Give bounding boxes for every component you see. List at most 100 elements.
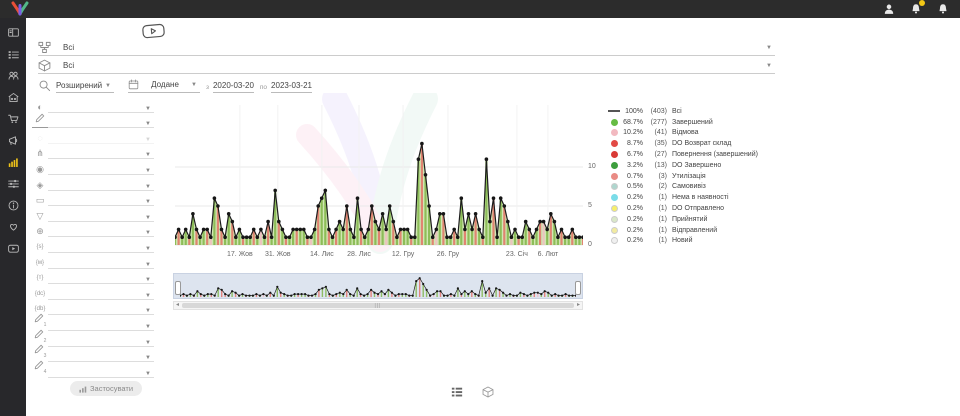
- package-filter-row[interactable]: ◈▼: [32, 175, 154, 191]
- notifications-muted-icon[interactable]: [936, 2, 950, 16]
- globe-filter-select[interactable]: ▼: [48, 101, 154, 113]
- sidebar-marketing-icon[interactable]: [7, 134, 20, 147]
- legend-item[interactable]: 100%(403)Всі: [607, 106, 758, 117]
- x-tick-label: 26. Гру: [437, 251, 459, 258]
- m-param-filter-row[interactable]: {м}▼: [32, 253, 154, 269]
- sidebar-cart-icon[interactable]: [7, 112, 20, 125]
- sidebar-orders-icon[interactable]: [7, 48, 20, 61]
- legend-percent: 0.7%: [623, 173, 643, 180]
- legend-percent: 0.2%: [623, 205, 643, 212]
- date-field-select[interactable]: Додане ▼: [128, 79, 200, 93]
- payment-filter-row[interactable]: ▭▼: [32, 191, 154, 207]
- search-mode-select[interactable]: Розширений ▼: [56, 81, 114, 93]
- legend-item[interactable]: 0.2%(1)DO Отправлено: [607, 203, 758, 214]
- db-param-filter-row[interactable]: {db}▼: [32, 300, 154, 316]
- funnel-filter-select[interactable]: ▼: [48, 210, 154, 222]
- custom-field-2-filter-row[interactable]: 2▼: [32, 331, 154, 347]
- signature-filter-row[interactable]: ▼: [32, 113, 154, 129]
- t-param-filter-row[interactable]: {т}▼: [32, 269, 154, 285]
- hierarchy-filter-row[interactable]: ⋔▼: [32, 144, 154, 160]
- sidebar-info-icon[interactable]: [7, 199, 20, 212]
- pencil-icon: [34, 329, 44, 339]
- dc-param-filter-icon: {dc}: [32, 287, 48, 300]
- s-param-filter-select[interactable]: ▼: [48, 241, 154, 253]
- apply-filters-button[interactable]: Застосувати: [70, 381, 142, 396]
- product-filter-row[interactable]: Всі ▼: [38, 58, 775, 74]
- legend-item[interactable]: 0.2%(1)Прийнятий: [607, 214, 758, 225]
- chart-minimap[interactable]: [173, 273, 583, 299]
- top-bar: [0, 0, 960, 18]
- custom-field-4-filter-row[interactable]: 4▼: [32, 362, 154, 378]
- screencast-icon[interactable]: [141, 23, 167, 40]
- legend-item[interactable]: 0.5%(2)Самовивіз: [607, 182, 758, 193]
- notifications-bell-icon[interactable]: [909, 2, 923, 16]
- custom-field-4-filter-select[interactable]: ▼: [48, 366, 154, 378]
- sidebar-video-icon[interactable]: [7, 242, 20, 255]
- custom-field-1-filter-select[interactable]: ▼: [48, 319, 154, 331]
- user-avatar-icon[interactable]: [882, 2, 896, 16]
- date-to-input[interactable]: 2023-03-21: [271, 81, 312, 93]
- legend-item[interactable]: 0.7%(3)Утилізація: [607, 171, 758, 182]
- legend-item[interactable]: 8.7%(35)DO Возврат склад: [607, 138, 758, 149]
- minimap-right-handle[interactable]: [575, 281, 581, 295]
- legend-label: Нема в наявності: [672, 194, 729, 201]
- product-view-toggle-icon[interactable]: [482, 386, 494, 398]
- custom-field-3-filter-select[interactable]: ▼: [48, 350, 154, 362]
- sidebar-store-icon[interactable]: [7, 91, 20, 104]
- category-filter-row[interactable]: Всі ▼: [38, 40, 775, 56]
- sidebar-settings-icon[interactable]: [7, 177, 20, 190]
- t-param-filter-select[interactable]: ▼: [48, 272, 154, 284]
- payment-filter-icon: ▭: [32, 195, 48, 206]
- db-param-filter-select[interactable]: ▼: [48, 303, 154, 315]
- scroll-right-arrow[interactable]: ▸: [577, 302, 580, 309]
- legend-dot-swatch: [611, 119, 618, 126]
- orders-chart[interactable]: [175, 100, 583, 246]
- fingerprint-filter-row[interactable]: ◉▼: [32, 159, 154, 175]
- dc-param-filter-row[interactable]: {dc}▼: [32, 284, 154, 300]
- sidebar-analytics-icon[interactable]: [7, 156, 20, 169]
- legend-percent: 10.2%: [623, 129, 643, 136]
- region-filter-select[interactable]: ▼: [48, 225, 154, 237]
- app-logo-icon[interactable]: [5, 1, 35, 17]
- payment-filter-select[interactable]: ▼: [48, 194, 154, 206]
- custom-field-1-filter-row[interactable]: 1▼: [32, 315, 154, 331]
- region-filter-row[interactable]: ⊕▼: [32, 222, 154, 238]
- y-tick-label: 10: [588, 163, 596, 170]
- legend-item[interactable]: 10.2%(41)Відмова: [607, 128, 758, 139]
- dc-param-filter-select[interactable]: ▼: [48, 288, 154, 300]
- minimap-left-handle[interactable]: [175, 281, 181, 295]
- s-param-filter-row[interactable]: {s}▼: [32, 237, 154, 253]
- chevron-down-icon: ▼: [145, 324, 151, 330]
- fingerprint-filter-select[interactable]: ▼: [48, 163, 154, 175]
- custom-field-3-filter-row[interactable]: 3▼: [32, 347, 154, 363]
- legend-item[interactable]: 0.2%(1)Відправлений: [607, 225, 758, 236]
- list-view-toggle-icon[interactable]: [451, 386, 463, 398]
- m-param-filter-select[interactable]: ▼: [48, 257, 154, 269]
- legend-dot-swatch: [611, 194, 618, 201]
- signature-filter-select[interactable]: ▼: [48, 116, 154, 128]
- date-from-input[interactable]: 2020-03-20: [213, 81, 254, 93]
- custom-field-2-filter-select[interactable]: ▼: [48, 335, 154, 347]
- help-filter-row[interactable]: ◌▼: [32, 128, 154, 144]
- funnel-filter-row[interactable]: ▽▼: [32, 206, 154, 222]
- sidebar-customers-icon[interactable]: [7, 69, 20, 82]
- legend-item[interactable]: 0.2%(1)Нема в наявності: [607, 192, 758, 203]
- legend-item[interactable]: 0.2%(1)Новий: [607, 236, 758, 247]
- help-filter-select[interactable]: ▼: [48, 132, 154, 144]
- legend-item[interactable]: 6.7%(27)Повернення (завершений): [607, 149, 758, 160]
- sidebar-dashboard-icon[interactable]: [7, 26, 20, 39]
- scrollbar-thumb[interactable]: |||: [182, 303, 574, 308]
- legend-item[interactable]: 3.2%(13)DO Завершено: [607, 160, 758, 171]
- chart-scrollbar[interactable]: ◂ ||| ▸: [173, 301, 583, 310]
- legend-item[interactable]: 68.7%(277)Завершений: [607, 117, 758, 128]
- search-icon[interactable]: [38, 79, 51, 92]
- sidebar-partners-icon[interactable]: [7, 220, 20, 233]
- package-filter-select[interactable]: ▼: [48, 179, 154, 191]
- legend-dot-swatch: [611, 183, 618, 190]
- globe-filter-row[interactable]: ◐▼: [32, 97, 154, 113]
- x-tick-label: 23. Січ: [506, 251, 528, 258]
- x-tick-label: 12. Гру: [392, 251, 414, 258]
- hierarchy-filter-select[interactable]: ▼: [48, 147, 154, 159]
- chevron-down-icon: ▼: [766, 45, 772, 51]
- scroll-left-arrow[interactable]: ◂: [176, 302, 179, 309]
